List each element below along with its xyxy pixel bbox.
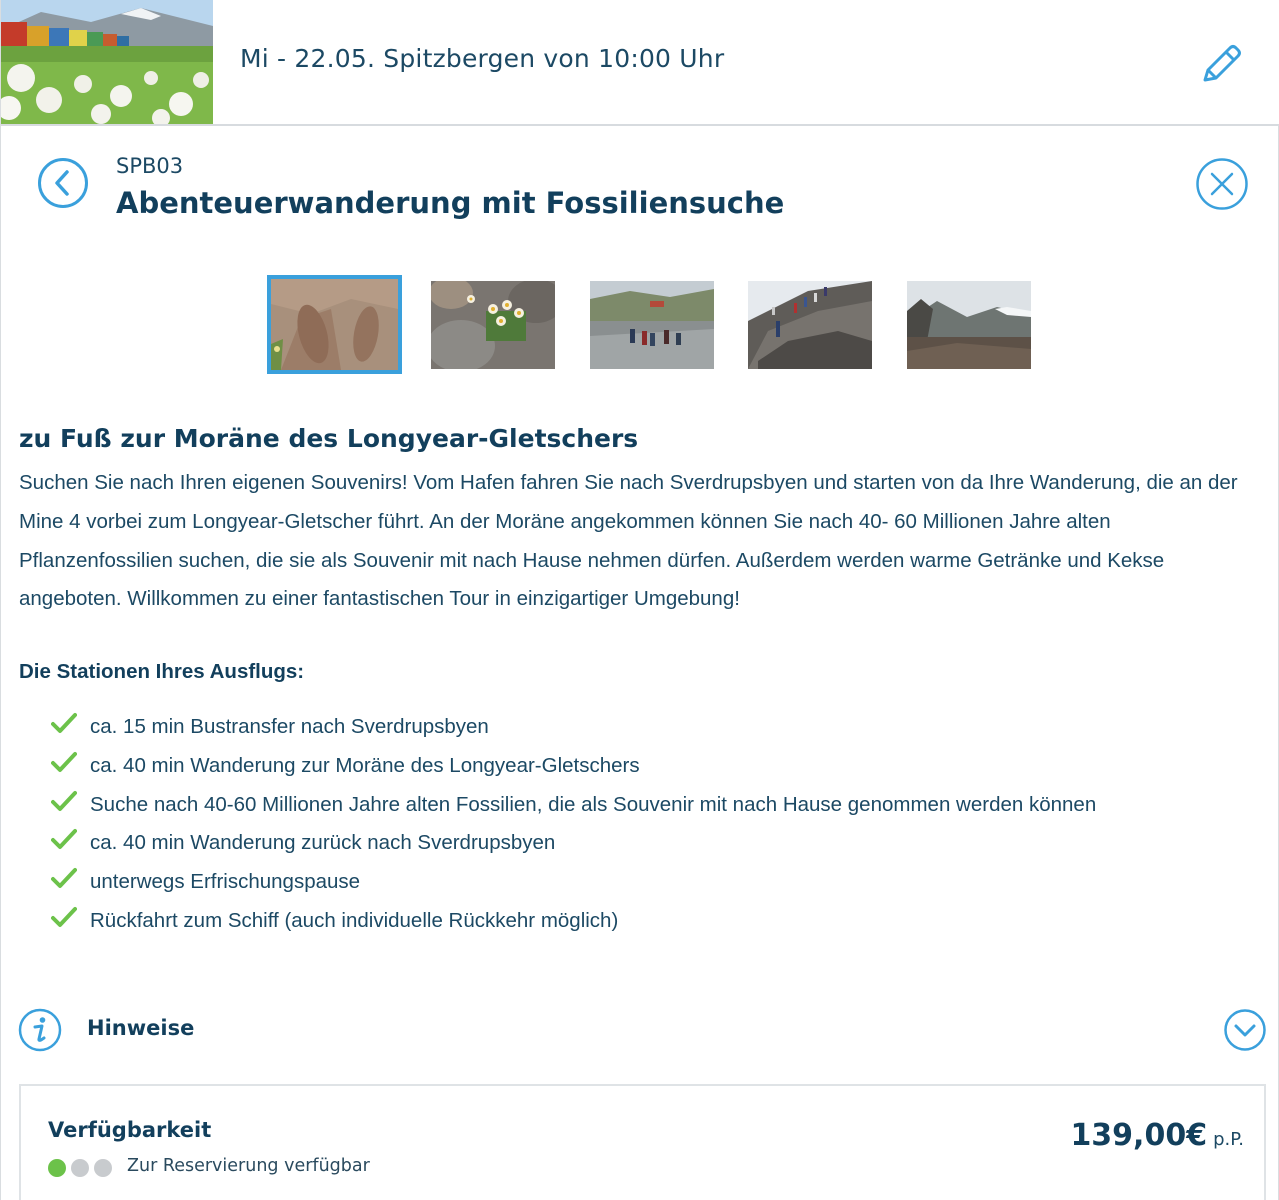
station-item: ca. 40 min Wanderung zurück nach Sverdru…	[47, 824, 1096, 863]
station-text: Suche nach 40-60 Millionen Jahre alten F…	[90, 792, 1097, 816]
availability-dot	[48, 1159, 66, 1177]
check-icon	[51, 868, 77, 889]
check-icon	[51, 906, 77, 927]
excursion-code: SPB03	[116, 154, 184, 178]
info-icon	[18, 1008, 62, 1052]
hinweise-expand-button[interactable]	[1223, 1008, 1267, 1052]
station-item: unterwegs Erfrischungspause	[47, 863, 1096, 902]
day-title: Mi - 22.05. Spitzbergen von 10:00 Uhr	[240, 44, 725, 73]
station-text: ca. 40 min Wanderung zur Moräne des Long…	[90, 753, 640, 777]
back-button[interactable]	[37, 157, 89, 209]
stations-list: ca. 15 min Bustransfer nach Sverdrupsbye…	[47, 708, 1096, 941]
availability-indicator	[48, 1159, 112, 1177]
excursion-description: Suchen Sie nach Ihren eigenen Souvenirs!…	[19, 471, 1238, 611]
check-icon	[51, 751, 77, 772]
close-icon	[1196, 158, 1248, 210]
price-unit: p.P.	[1213, 1129, 1244, 1150]
section-subtitle: zu Fuß zur Moräne des Longyear-Gletscher…	[19, 424, 639, 453]
chevron-left-icon	[38, 158, 88, 208]
check-icon	[51, 829, 77, 850]
station-item: ca. 15 min Bustransfer nach Sverdrupsbye…	[47, 708, 1096, 747]
station-item: Rückfahrt zum Schiff (auch individuelle …	[47, 902, 1096, 941]
station-text: ca. 15 min Bustransfer nach Sverdrupsbye…	[90, 715, 489, 738]
pencil-icon	[1203, 45, 1241, 82]
price-amount: 139,00€	[1070, 1118, 1208, 1153]
stations-heading: Die Stationen Ihres Ausflugs:	[19, 660, 305, 683]
gallery-thumb-fossil[interactable]	[267, 275, 402, 374]
price: 139,00€ p.P.	[1070, 1118, 1244, 1153]
gallery-thumb-landscape[interactable]	[907, 281, 1031, 369]
excursion-title: Abenteuerwanderung mit Fossiliensuche	[116, 186, 785, 220]
station-text: unterwegs Erfrischungspause	[90, 870, 361, 894]
availability-dot	[94, 1159, 112, 1177]
availability-status: Zur Reservierung verfügbar	[127, 1156, 370, 1176]
gallery-thumb-group-valley[interactable]	[590, 281, 714, 369]
chevron-down-icon	[1224, 1009, 1266, 1051]
availability-title: Verfügbarkeit	[48, 1118, 212, 1142]
gallery-thumb-flowers[interactable]	[431, 281, 555, 369]
station-item: Suche nach 40-60 Millionen Jahre alten F…	[47, 786, 1096, 825]
destination-image	[1, 0, 213, 124]
station-text: Rückfahrt zum Schiff (auch individuelle …	[90, 908, 619, 932]
check-icon	[51, 790, 77, 811]
station-item: ca. 40 min Wanderung zur Moräne des Long…	[47, 747, 1096, 786]
gallery-thumb-hikers-slope[interactable]	[748, 281, 872, 369]
hinweise-label[interactable]: Hinweise	[87, 1016, 194, 1040]
page: Mi - 22.05. Spitzbergen von 10:00 Uhr SP…	[0, 0, 1279, 1200]
edit-button[interactable]	[1197, 40, 1245, 86]
station-text: ca. 40 min Wanderung zurück nach Sverdru…	[90, 831, 556, 855]
availability-card: Verfügbarkeit Zur Reservierung verfügbar…	[19, 1084, 1266, 1200]
check-icon	[51, 713, 77, 733]
day-header: Mi - 22.05. Spitzbergen von 10:00 Uhr	[1, 0, 1279, 126]
availability-dot	[71, 1159, 89, 1177]
close-button[interactable]	[1195, 157, 1249, 211]
